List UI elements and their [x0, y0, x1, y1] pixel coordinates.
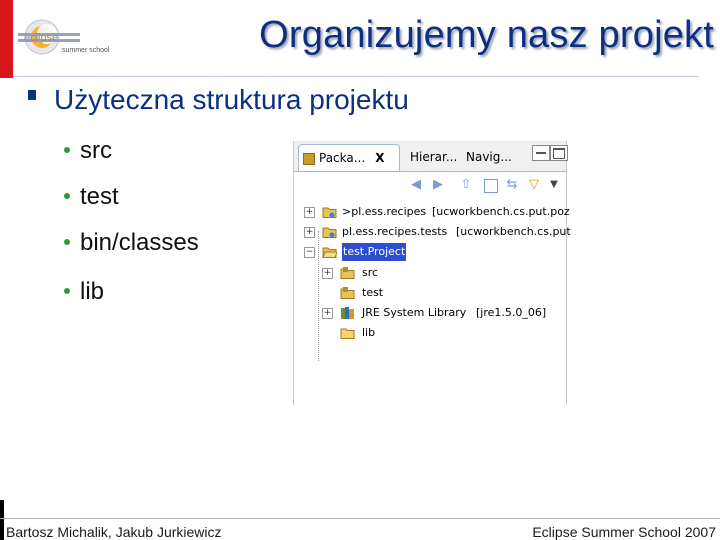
logo-word: eclipse — [24, 32, 58, 44]
back-arrow-icon[interactable]: ◀ — [408, 177, 424, 193]
red-accent-bar — [0, 0, 13, 78]
main-bullet-text: Użyteczna struktura projektu — [54, 84, 409, 115]
maximize-icon[interactable] — [550, 145, 568, 161]
sub-bullet-label: lib — [80, 278, 105, 305]
tree-guide — [318, 231, 319, 361]
tree-item-label: src — [362, 266, 379, 279]
source-folder-icon — [340, 287, 355, 299]
folder-icon — [340, 328, 355, 339]
minimize-icon[interactable] — [532, 145, 550, 161]
round-bullet-icon — [64, 146, 70, 153]
package-icon — [303, 152, 315, 165]
round-bullet-icon — [64, 287, 70, 294]
tree-item-detail: [ucworkbench.cs.put.poz — [432, 205, 570, 218]
sub-bullet-src: src — [64, 137, 112, 165]
tree-item-label: >pl.ess.recipes — [342, 205, 427, 218]
expand-icon[interactable]: + — [322, 308, 333, 319]
view-toolbar: ◀ ▶ ⇧ ⇆ ▽ ▼ — [294, 172, 566, 200]
round-bullet-icon — [64, 238, 70, 245]
tab-navigator[interactable]: Navig... — [466, 144, 512, 170]
collapse-icon[interactable]: − — [304, 247, 315, 258]
sub-bullet-label: src — [80, 137, 112, 164]
slide-title: Organizujemy nasz projekt — [259, 14, 714, 56]
tab-package-explorer[interactable]: Packa... X — [298, 144, 400, 171]
expand-icon[interactable]: + — [304, 207, 315, 218]
filter-icon[interactable]: ▽ — [526, 177, 542, 193]
source-folder-icon — [340, 267, 355, 279]
tree-item-detail: [ucworkbench.cs.put — [456, 225, 571, 238]
tree-item-label: JRE System Library — [362, 306, 467, 319]
title-divider — [13, 76, 699, 77]
tree-item-label: lib — [362, 326, 376, 339]
forward-arrow-icon[interactable]: ▶ — [430, 177, 446, 193]
sub-bullet-lib: lib — [64, 278, 104, 306]
view-tab-bar: Packa... X Hierar... Navig... — [294, 141, 568, 172]
tree-item-label: test — [362, 286, 384, 299]
sub-bullet-bin-classes: bin/classes — [64, 229, 199, 257]
sub-bullet-label: bin/classes — [80, 229, 199, 256]
collapse-all-icon[interactable] — [484, 179, 498, 193]
square-bullet-icon — [28, 90, 36, 100]
sub-bullet-test: test — [64, 183, 119, 211]
footer-divider — [0, 518, 720, 519]
tab-label: Packa... — [319, 151, 366, 165]
tab-hierarchy[interactable]: Hierar... — [410, 144, 457, 170]
library-icon — [341, 307, 354, 319]
up-icon[interactable]: ⇧ — [458, 177, 474, 193]
view-menu-icon[interactable]: ▼ — [546, 177, 562, 193]
open-project-folder-icon — [322, 247, 337, 258]
footer-event: Eclipse Summer School 2007 — [532, 524, 716, 540]
footer-accent-bar — [0, 500, 4, 540]
eclipse-summer-school-logo: eclipse summer school — [16, 14, 126, 60]
tree-item-detail: [jre1.5.0_06] — [476, 306, 547, 319]
logo-tagline: summer school — [62, 47, 110, 54]
package-explorer-screenshot: Packa... X Hierar... Navig... ◀ ▶ ⇧ ⇆ ▽ ▼… — [293, 141, 571, 405]
link-editor-icon[interactable]: ⇆ — [504, 177, 520, 193]
close-icon[interactable]: X — [375, 151, 384, 165]
round-bullet-icon — [64, 192, 70, 199]
expand-icon[interactable]: + — [304, 227, 315, 238]
expand-icon[interactable]: + — [322, 268, 333, 279]
tree-item-label-selected: test.Project — [342, 243, 407, 261]
tree-item-label: pl.ess.recipes.tests — [342, 225, 448, 238]
footer-authors: Bartosz Michalik, Jakub Jurkiewicz — [6, 524, 222, 540]
project-folder-icon — [322, 207, 337, 218]
project-folder-icon — [322, 227, 337, 238]
sub-bullet-label: test — [80, 183, 119, 210]
